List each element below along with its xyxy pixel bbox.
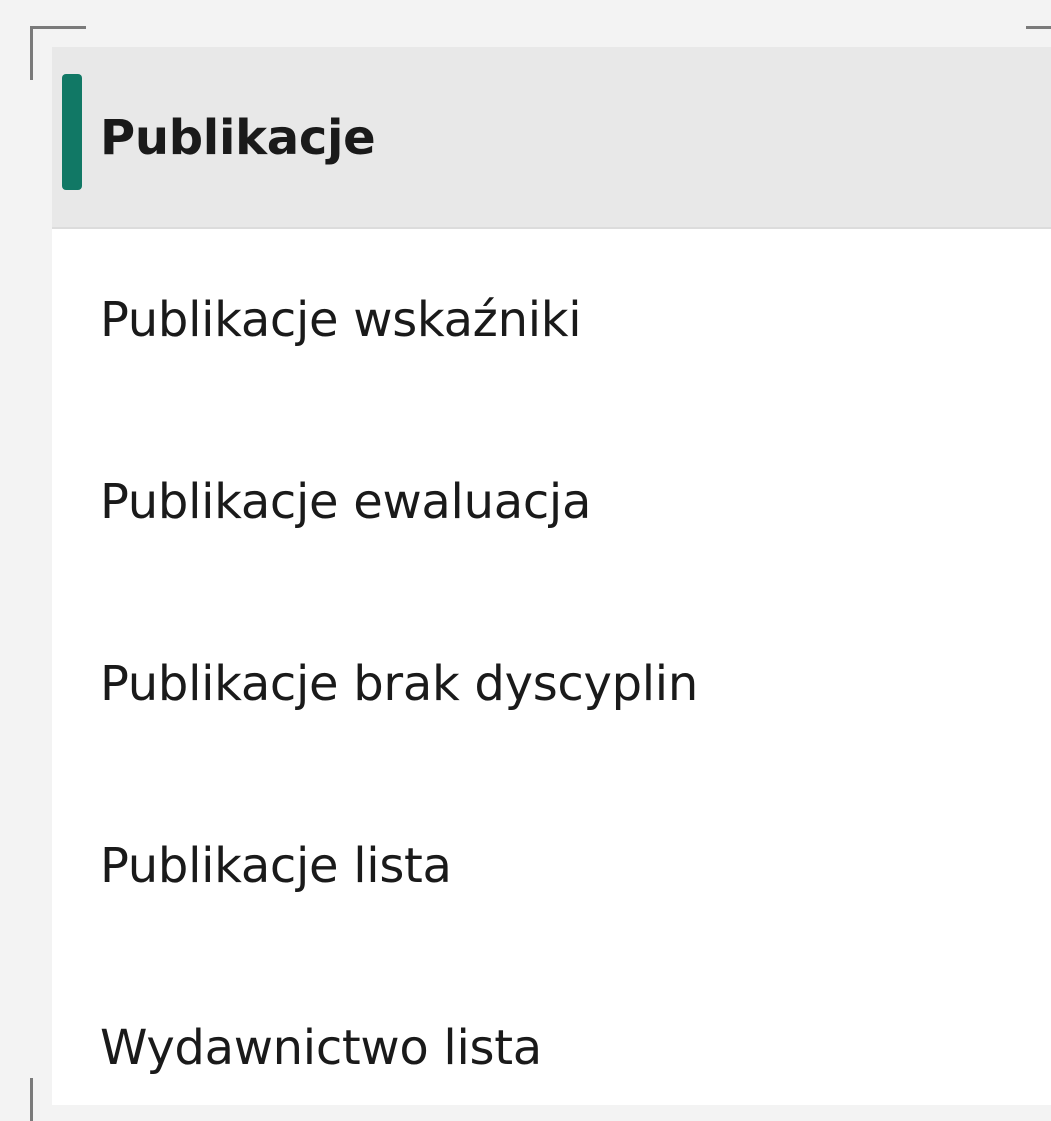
- page-tab-label: Publikacje brak dyscyplin: [100, 656, 698, 712]
- frame-corner-bottom-left: [30, 1078, 33, 1121]
- frame-corner-top-left-horizontal: [30, 26, 86, 29]
- selected-indicator: [62, 74, 82, 190]
- page-tab-label: Publikacje ewaluacja: [100, 474, 592, 530]
- page-tab-wydawnictwo-lista[interactable]: Wydawnictwo lista: [52, 957, 1051, 1105]
- report-page-list: Publikacje Publikacje wskaźniki Publikac…: [52, 47, 1051, 1105]
- frame-corner-top-left-vertical: [30, 26, 33, 80]
- page-tab-publikacje-ewaluacja[interactable]: Publikacje ewaluacja: [52, 411, 1051, 593]
- page-tab-publikacje[interactable]: Publikacje: [52, 47, 1051, 229]
- page-tab-label: Publikacje lista: [100, 838, 452, 894]
- page-tab-publikacje-brak-dyscyplin[interactable]: Publikacje brak dyscyplin: [52, 593, 1051, 775]
- page-tab-label: Publikacje: [100, 110, 376, 166]
- page-tab-label: Wydawnictwo lista: [100, 1020, 542, 1076]
- page-tab-label: Publikacje wskaźniki: [100, 292, 582, 348]
- frame-corner-top-right: [1026, 26, 1051, 29]
- page-tab-publikacje-wskazniki[interactable]: Publikacje wskaźniki: [52, 229, 1051, 411]
- page-tab-publikacje-lista[interactable]: Publikacje lista: [52, 775, 1051, 957]
